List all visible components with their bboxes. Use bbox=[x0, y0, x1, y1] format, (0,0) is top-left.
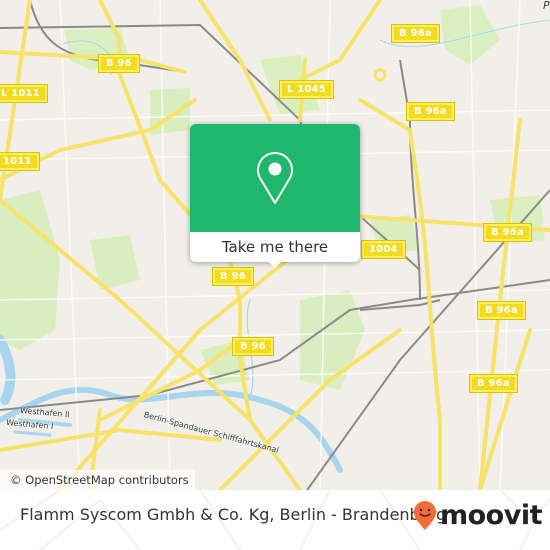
moovit-logo[interactable]: moovit bbox=[413, 500, 543, 531]
road-label-b96a: B 96a bbox=[483, 223, 532, 242]
take-me-there-button[interactable]: Take me there bbox=[190, 232, 360, 262]
road-label-l1011: L 1011 bbox=[0, 84, 48, 103]
map-canvas[interactable]: B 96 L 1011 1011 L 1045 B 96a B 96a 1004… bbox=[0, 0, 550, 490]
take-me-there-popup[interactable]: Take me there bbox=[190, 124, 360, 268]
road-label-l1011: 1011 bbox=[0, 152, 40, 171]
road-label-b96a: B 96a bbox=[469, 374, 518, 393]
road-label-b96: B 96 bbox=[212, 267, 254, 286]
corner-place-label: P bbox=[543, 0, 550, 12]
popup-header[interactable] bbox=[190, 124, 360, 232]
road-label-b96: B 96 bbox=[98, 54, 140, 73]
road-label-b96: B 96 bbox=[232, 337, 274, 356]
map-pin-icon bbox=[257, 152, 293, 204]
moovit-wordmark: moovit bbox=[440, 500, 543, 531]
location-caption: Flamm Syscom Gmbh & Co. Kg, Berlin - Bra… bbox=[20, 505, 447, 524]
road-label-b96a: B 96a bbox=[391, 24, 440, 43]
moovit-pin-icon bbox=[414, 501, 436, 530]
footer-bar: Flamm Syscom Gmbh & Co. Kg, Berlin - Bra… bbox=[0, 490, 550, 550]
popup-pointer bbox=[267, 260, 283, 268]
road-label-l1045: L 1045 bbox=[279, 80, 334, 99]
road-label-b96a: B 96a bbox=[477, 301, 526, 320]
road-label-b96a: B 96a bbox=[406, 102, 455, 121]
map-attribution[interactable]: © OpenStreetMap contributors bbox=[0, 470, 195, 490]
road-label-l1004: 1004 bbox=[361, 240, 406, 259]
